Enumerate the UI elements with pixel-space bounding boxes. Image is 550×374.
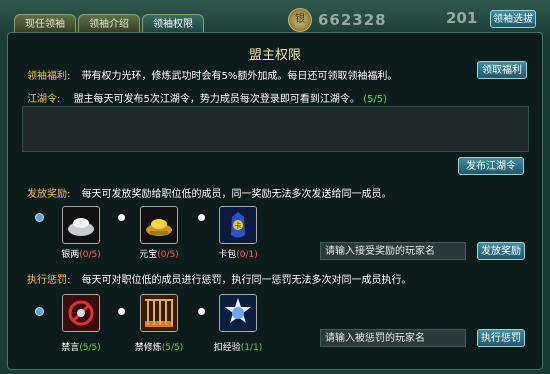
welfare-text: 带有权力光环，修炼武功时会有5%额外加成。每日还可领取领袖福利。 (81, 71, 398, 82)
jianghu-textarea[interactable] (22, 106, 529, 152)
reward-row: 发放奖励: 每天可发放奖励给职位低的成员，同一奖励无法多次发送给同一成员。 (27, 185, 392, 200)
mute-slot[interactable] (62, 294, 100, 332)
jianghu-text: 盟主每天可发布5次江湖令，势力成员每次登录即可看到江湖令。 (73, 94, 360, 105)
welfare-row: 领袖福利: 带有权力光环，修炼武功时会有5%额外加成。每日还可领取领袖福利。 (27, 67, 397, 82)
currency-amount: 662328 (318, 11, 387, 29)
jianghu-count: (5/5) (363, 94, 388, 105)
panel-title: 盟主权限 (248, 48, 301, 63)
card-caption: 卡包(0/1) (218, 250, 258, 260)
punish-label: 执行惩罚: (27, 275, 71, 286)
reward-radio-silver[interactable] (36, 214, 43, 221)
jianghu-label: 江湖令: (27, 94, 61, 105)
punish-text: 每天可对职位低的成员进行惩罚，执行同一惩罚无法多次对同一成员执行。 (81, 275, 412, 286)
cage-slot[interactable] (140, 294, 178, 332)
silver-ingot-slot[interactable] (62, 206, 100, 244)
deduct-exp-icon (220, 295, 256, 331)
secondary-amount: 201 (446, 9, 478, 27)
silver-ingot-icon (68, 218, 94, 236)
currency-display: 银 662328 (288, 8, 387, 32)
deduct-exp-slot[interactable] (219, 294, 257, 332)
tab-current-leader[interactable]: 现任领袖 (14, 14, 76, 34)
tab-leader-intro[interactable]: 领袖介绍 (78, 14, 140, 34)
reward-player-input[interactable]: 请输入接受奖励的玩家名 (320, 242, 466, 260)
exp-caption: 扣经验(1/1) (213, 343, 263, 353)
silver-caption: 银两(0/5) (61, 250, 101, 260)
punish-player-input[interactable]: 请输入被惩罚的玩家名 (320, 329, 466, 347)
publish-jianghu-button[interactable]: 发布江湖令 (458, 157, 524, 175)
cage-icon (141, 295, 177, 331)
punish-row: 执行惩罚: 每天可对职位低的成员进行惩罚，执行同一惩罚无法多次对同一成员执行。 (27, 271, 412, 286)
card-pack-icon: 卡 (220, 207, 256, 243)
leader-election-button[interactable]: 领袖选拔 (490, 10, 536, 28)
tab-leader-permissions[interactable]: 领袖权限 (142, 14, 204, 34)
punish-radio-mute[interactable] (36, 308, 43, 315)
mute-caption: 禁言(5/5) (61, 343, 101, 353)
jianghu-row: 江湖令: 盟主每天可发布5次江湖令，势力成员每次登录即可看到江湖令。 (5/5) (27, 90, 387, 105)
cage-caption: 禁修炼(5/5) (134, 343, 184, 353)
send-reward-button[interactable]: 发放奖励 (477, 242, 525, 260)
punish-radio-cage[interactable] (118, 308, 125, 315)
gold-caption: 元宝(0/5) (139, 250, 179, 260)
reward-text: 每天可发放奖励给职位低的成员，同一奖励无法多次发送给同一成员。 (81, 189, 392, 200)
punish-radio-exp[interactable] (198, 308, 205, 315)
reward-radio-card[interactable] (198, 214, 205, 221)
tab-bar: 现任领袖 领袖介绍 领袖权限 (14, 14, 206, 34)
mute-icon (63, 295, 99, 331)
reward-radio-gold[interactable] (118, 214, 125, 221)
claim-welfare-button[interactable]: 领取福利 (477, 61, 527, 79)
gold-ingot-slot[interactable] (140, 206, 178, 244)
coin-icon: 银 (288, 8, 312, 32)
card-pack-slot[interactable]: 卡 (219, 206, 257, 244)
execute-punish-button[interactable]: 执行惩罚 (477, 329, 525, 347)
svg-text:卡: 卡 (235, 221, 242, 230)
reward-label: 发放奖励: (27, 189, 71, 200)
welfare-label: 领袖福利: (27, 71, 71, 82)
gold-ingot-icon (146, 219, 172, 236)
